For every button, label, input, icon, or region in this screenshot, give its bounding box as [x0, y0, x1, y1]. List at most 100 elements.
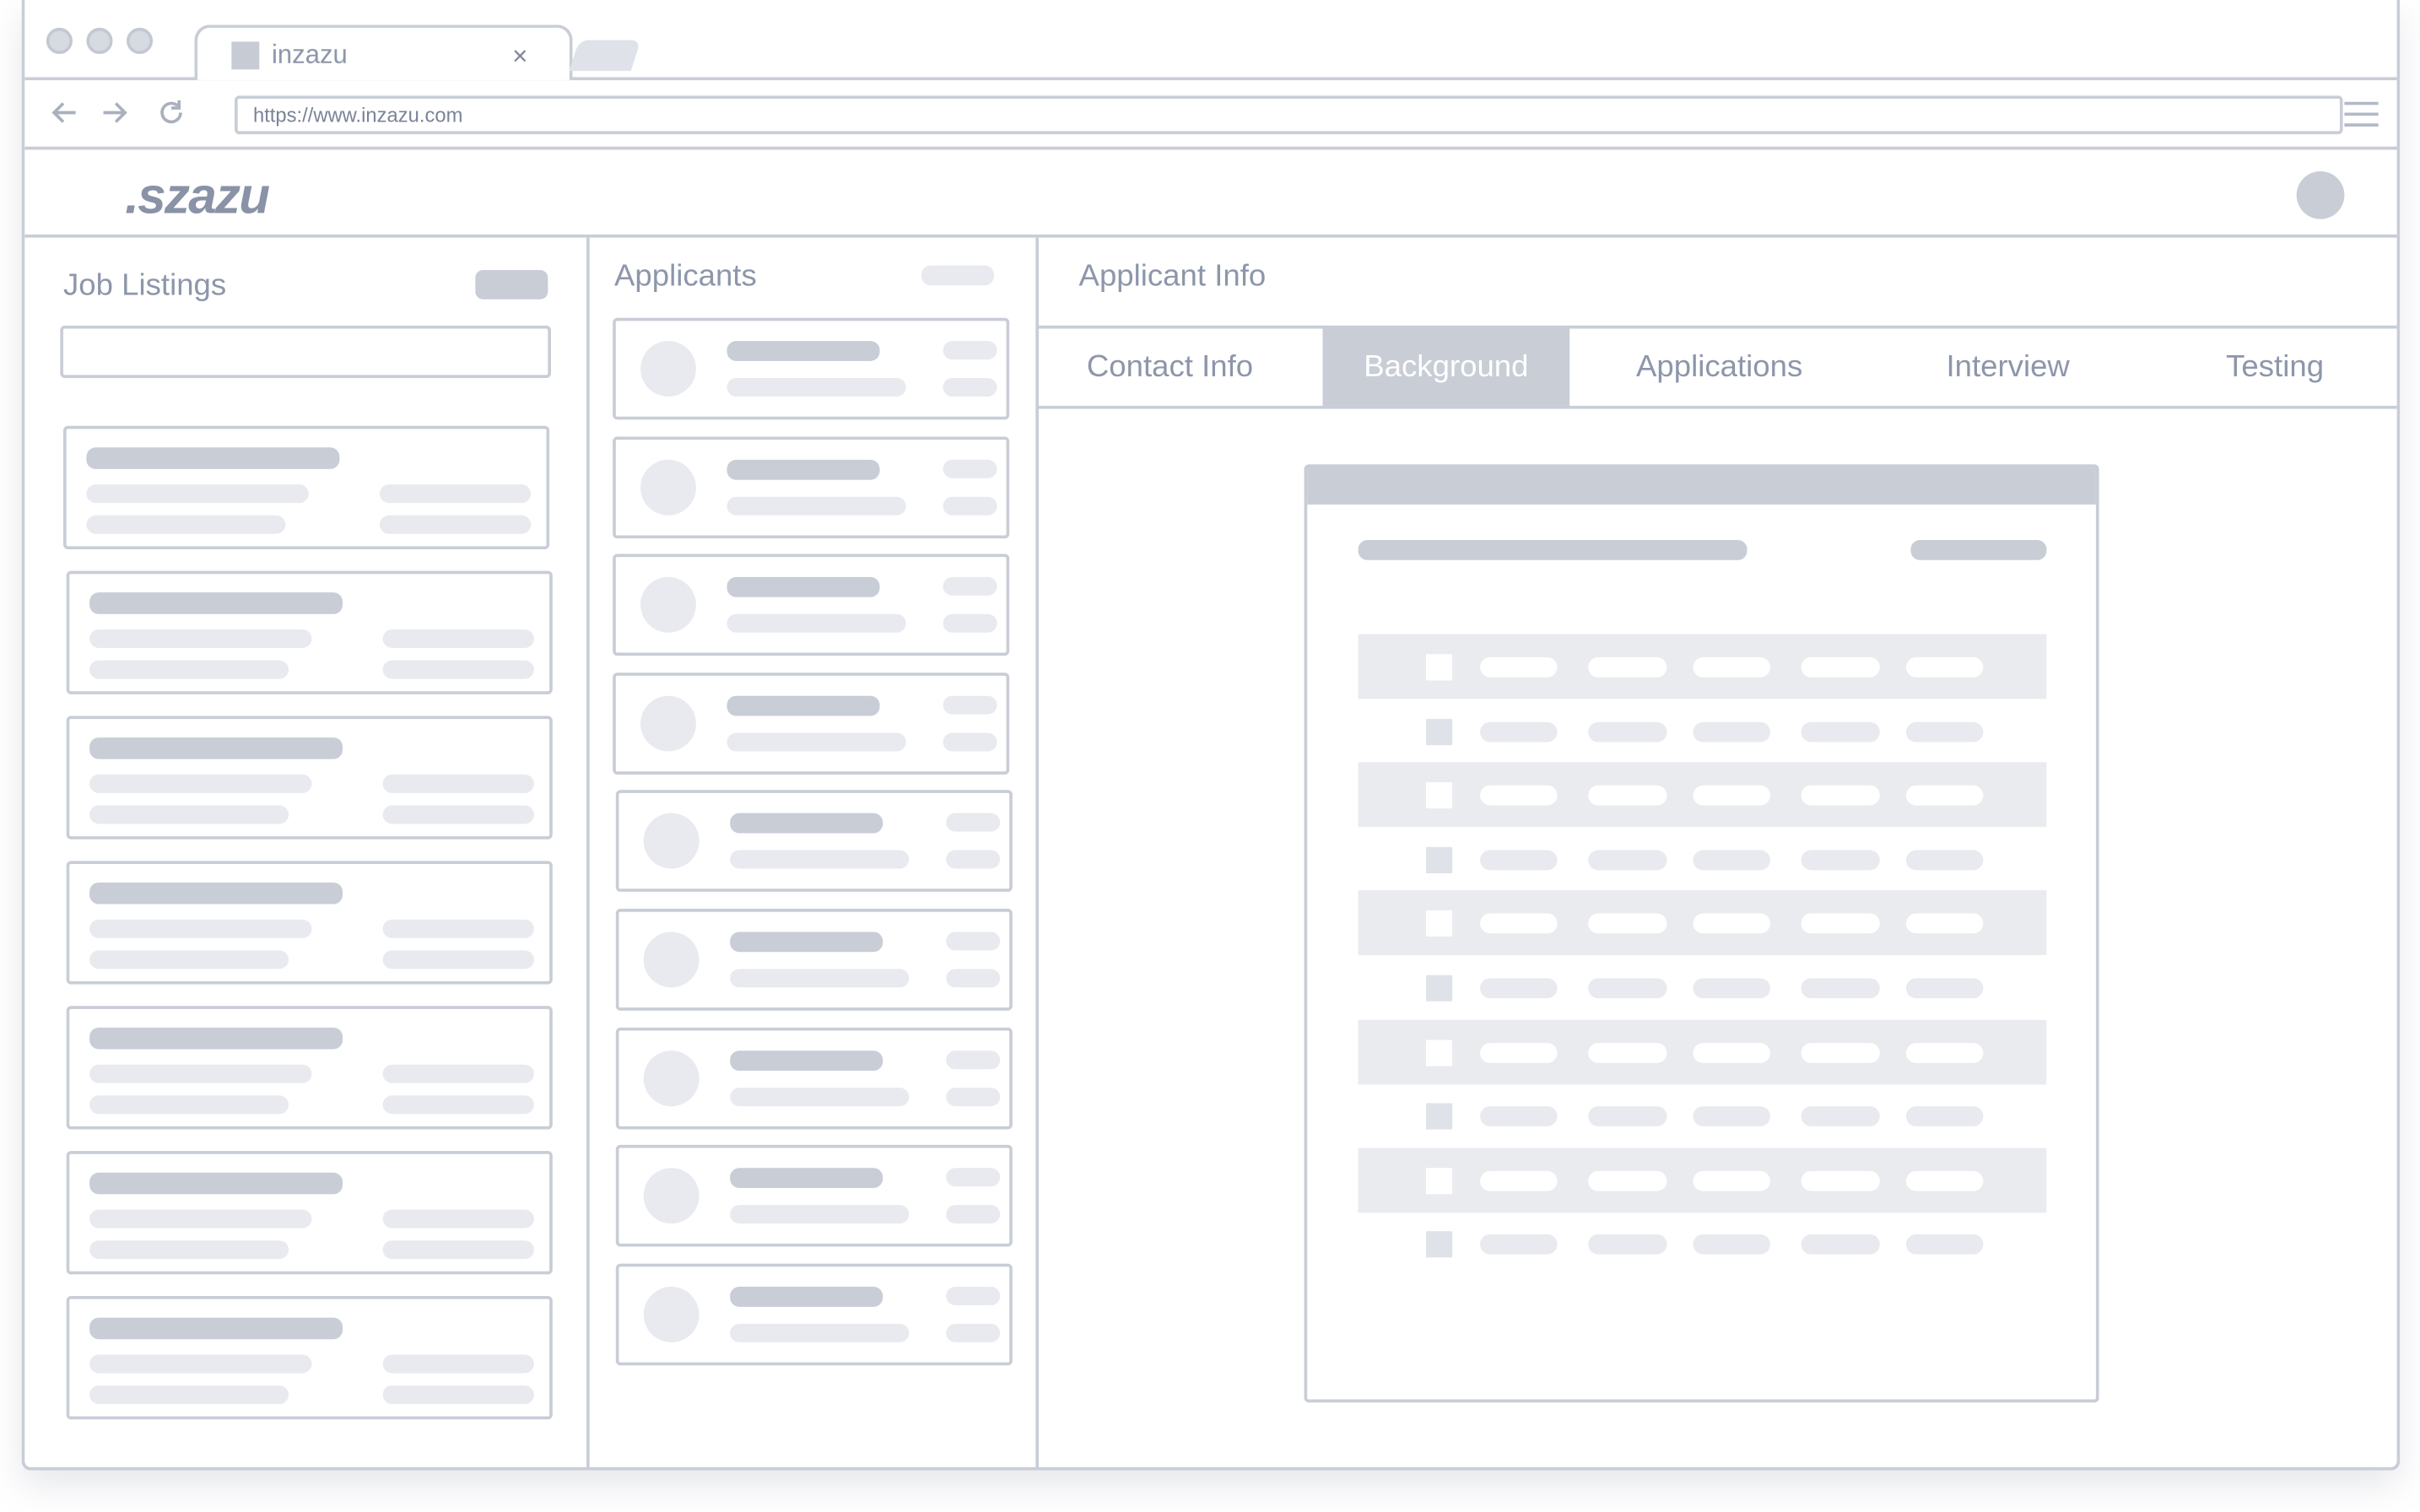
- table-row[interactable]: [1358, 634, 2047, 699]
- hamburger-menu-icon[interactable]: [2343, 100, 2380, 136]
- window-maximize-dot[interactable]: [126, 27, 154, 55]
- applicant-card[interactable]: [613, 435, 1010, 538]
- applicant-avatar: [640, 577, 696, 634]
- job-meta-placeholder: [382, 629, 534, 649]
- applicant-card[interactable]: [613, 672, 1010, 775]
- table-row[interactable]: [1359, 955, 2047, 1020]
- tab-close-icon[interactable]: ×: [512, 41, 527, 73]
- applicant-meta-placeholder: [943, 614, 997, 634]
- reload-icon[interactable]: [156, 97, 187, 134]
- job-detail-placeholder: [89, 919, 312, 938]
- row-checkbox[interactable]: [1426, 718, 1453, 745]
- job-meta-placeholder: [382, 919, 534, 938]
- job-title-placeholder: [89, 882, 343, 904]
- job-listing-card[interactable]: [66, 570, 553, 694]
- job-search-input[interactable]: [60, 325, 551, 379]
- tab-applications[interactable]: Applications: [1569, 328, 1869, 405]
- job-listing-card[interactable]: [62, 425, 550, 549]
- applicant-name-placeholder: [727, 459, 880, 479]
- table-cell-placeholder: [1905, 656, 1984, 678]
- tab-contact-info[interactable]: Contact Info: [1039, 328, 1301, 405]
- job-meta-placeholder: [379, 484, 532, 504]
- table-cell-placeholder: [1693, 1106, 1770, 1127]
- job-meta-placeholder: [382, 1064, 534, 1083]
- table-row[interactable]: [1359, 1212, 2047, 1277]
- table-row[interactable]: [1358, 762, 2047, 828]
- new-tab-button[interactable]: [569, 40, 641, 72]
- applicant-meta-placeholder: [943, 341, 997, 360]
- app-logo[interactable]: .szazu: [125, 166, 270, 224]
- table-row[interactable]: [1358, 890, 2047, 956]
- job-meta-placeholder: [382, 1240, 534, 1260]
- job-detail-placeholder: [89, 660, 289, 679]
- table-cell-placeholder: [1905, 1042, 1984, 1063]
- row-checkbox[interactable]: [1426, 910, 1453, 937]
- browser-window: inzazu × https://www.inzazu.com .szazu J…: [21, 0, 2401, 1471]
- applicant-card[interactable]: [615, 790, 1013, 893]
- applicant-meta-placeholder: [943, 496, 997, 516]
- browser-chrome-divider: [24, 146, 2397, 150]
- document-header-bar: [1307, 467, 2096, 505]
- applicant-detail-placeholder: [727, 732, 906, 752]
- job-detail-placeholder: [89, 1095, 289, 1115]
- applicant-card[interactable]: [615, 1027, 1013, 1129]
- applicant-name-placeholder: [727, 341, 880, 361]
- browser-tab-active[interactable]: inzazu ×: [194, 24, 573, 81]
- document-action-placeholder[interactable]: [1910, 540, 2047, 560]
- applicant-meta-placeholder: [943, 732, 997, 752]
- window-minimize-dot[interactable]: [86, 27, 113, 55]
- tabs-bottom-divider: [1038, 405, 2397, 409]
- row-checkbox[interactable]: [1426, 1103, 1453, 1130]
- applicant-card[interactable]: [615, 1145, 1013, 1247]
- applicant-avatar: [643, 1168, 700, 1224]
- applicant-card[interactable]: [615, 1263, 1013, 1365]
- table-row[interactable]: [1359, 699, 2047, 764]
- job-listing-card[interactable]: [66, 716, 553, 840]
- applicant-meta-placeholder: [943, 695, 997, 715]
- job-listing-card[interactable]: [66, 1296, 553, 1420]
- row-checkbox[interactable]: [1426, 782, 1453, 809]
- tab-interview[interactable]: Interview: [1869, 328, 2147, 405]
- user-avatar[interactable]: [2296, 170, 2345, 219]
- row-checkbox[interactable]: [1426, 846, 1453, 873]
- row-checkbox[interactable]: [1426, 1167, 1453, 1194]
- row-checkbox[interactable]: [1426, 654, 1453, 681]
- tab-background[interactable]: Background: [1322, 328, 1570, 406]
- applicants-filter-button[interactable]: [921, 265, 994, 286]
- table-row[interactable]: [1358, 1018, 2047, 1084]
- table-cell-placeholder: [1693, 1042, 1770, 1063]
- job-meta-placeholder: [382, 1385, 534, 1405]
- job-listing-card[interactable]: [66, 861, 553, 985]
- table-cell-placeholder: [1480, 978, 1558, 999]
- job-listing-card[interactable]: [66, 1006, 553, 1130]
- applicant-meta-placeholder: [946, 969, 1001, 988]
- applicant-detail-placeholder: [730, 850, 910, 870]
- add-job-button[interactable]: [475, 270, 548, 300]
- arrow-left-icon[interactable]: [50, 97, 81, 134]
- tab-testing[interactable]: Testing: [2147, 328, 2396, 405]
- row-checkbox[interactable]: [1426, 975, 1453, 1002]
- arrow-right-icon[interactable]: [99, 97, 130, 134]
- row-checkbox[interactable]: [1426, 1039, 1453, 1066]
- applicant-card[interactable]: [615, 909, 1013, 1011]
- applicant-card[interactable]: [613, 554, 1010, 656]
- applicant-detail-placeholder: [727, 378, 906, 397]
- table-cell-placeholder: [1693, 786, 1770, 806]
- url-bar[interactable]: https://www.inzazu.com: [235, 95, 2343, 135]
- applicants-panel: Applicants: [590, 238, 1036, 1467]
- table-cell-placeholder: [1905, 978, 1984, 999]
- applicant-meta-placeholder: [946, 1050, 1001, 1069]
- applicant-meta-placeholder: [943, 577, 997, 597]
- row-checkbox[interactable]: [1426, 1231, 1453, 1259]
- table-cell-placeholder: [1588, 786, 1667, 806]
- table-row[interactable]: [1359, 827, 2047, 892]
- table-row[interactable]: [1359, 1083, 2047, 1148]
- table-cell-placeholder: [1693, 1170, 1770, 1191]
- job-title-placeholder: [89, 1027, 343, 1050]
- window-close-dot[interactable]: [46, 27, 73, 55]
- table-row[interactable]: [1358, 1148, 2047, 1212]
- job-listing-card[interactable]: [66, 1151, 553, 1275]
- table-cell-placeholder: [1801, 656, 1880, 678]
- applicant-card[interactable]: [613, 317, 1010, 420]
- table-cell-placeholder: [1480, 1106, 1558, 1127]
